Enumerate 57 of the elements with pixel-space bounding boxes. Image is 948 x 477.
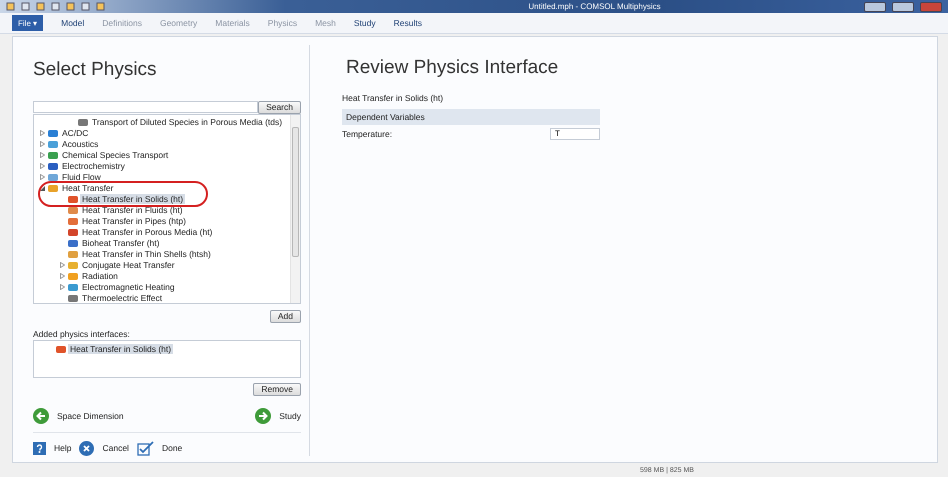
panel-title: Select Physics bbox=[33, 58, 158, 81]
search-button[interactable]: Search bbox=[258, 100, 301, 114]
tree-item[interactable]: Thermoelectric Effect bbox=[80, 293, 164, 304]
collapse-arrow-icon[interactable] bbox=[40, 185, 44, 192]
ribbon-tab[interactable]: Study bbox=[354, 18, 376, 28]
field-label: Temperature: bbox=[342, 128, 392, 139]
expand-arrow-icon[interactable] bbox=[40, 152, 44, 158]
ribbon-tab[interactable]: Model bbox=[61, 18, 84, 28]
tree-item[interactable]: Fluid Flow bbox=[60, 172, 103, 182]
help-icon bbox=[33, 442, 46, 455]
tree-item[interactable]: Acoustics bbox=[60, 139, 100, 150]
expand-arrow-icon[interactable] bbox=[60, 284, 64, 290]
tree-item[interactable]: Conjugate Heat Transfer bbox=[80, 260, 177, 270]
tree-item[interactable]: Heat Transfer in Solids (ht) bbox=[80, 194, 186, 204]
minimize-button[interactable] bbox=[864, 2, 886, 12]
physics-icon bbox=[56, 344, 66, 354]
cancel-icon bbox=[79, 440, 94, 456]
search-field[interactable] bbox=[33, 101, 258, 114]
tree-item[interactable]: Transport of Diluted Species in Porous Media (tds) bbox=[90, 117, 284, 128]
remove-button[interactable]: Remove bbox=[253, 382, 301, 396]
footer-button[interactable]: Help bbox=[33, 440, 72, 456]
maximize-button[interactable] bbox=[892, 2, 914, 12]
tree-item[interactable]: Heat Transfer in Porous Media (ht) bbox=[80, 227, 214, 238]
interface-name: Heat Transfer in Solids (ht) bbox=[342, 92, 444, 103]
file-menu-button[interactable]: File ▾ bbox=[12, 15, 44, 31]
section-header[interactable]: Dependent Variables bbox=[342, 108, 600, 125]
expand-arrow-icon[interactable] bbox=[40, 130, 44, 136]
next-button[interactable]: Study bbox=[255, 408, 301, 424]
ribbon-tab[interactable]: Results bbox=[394, 18, 422, 28]
expand-arrow-icon[interactable] bbox=[60, 273, 64, 280]
footer-button[interactable]: Done bbox=[136, 440, 182, 456]
tree-item[interactable]: Electromagnetic Heating bbox=[80, 282, 177, 292]
tree-item[interactable]: Heat Transfer bbox=[60, 183, 116, 194]
close-button[interactable] bbox=[920, 2, 942, 12]
tree-item[interactable]: Heat Transfer in Pipes (htp) bbox=[80, 216, 188, 226]
window-title: Untitled.mph - COMSOL Multiphysics bbox=[528, 2, 661, 12]
tree-item[interactable]: Radiation bbox=[80, 271, 120, 282]
tree-item[interactable]: Electrochemistry bbox=[60, 161, 127, 172]
tree-item[interactable]: AC/DC bbox=[60, 128, 90, 138]
expand-arrow-icon[interactable] bbox=[40, 174, 44, 180]
scrollbar[interactable] bbox=[290, 114, 300, 303]
input-field[interactable]: T bbox=[550, 128, 600, 140]
tree-item[interactable]: Heat Transfer in Fluids (ht) bbox=[80, 205, 185, 216]
section-label: Added physics interfaces: bbox=[33, 328, 131, 339]
list-item[interactable]: Heat Transfer in Solids (ht) bbox=[68, 344, 174, 354]
back-button[interactable]: Space Dimension bbox=[33, 408, 124, 424]
add-button[interactable]: Add bbox=[270, 310, 301, 323]
tree-item[interactable]: Bioheat Transfer (ht) bbox=[80, 238, 162, 248]
checkbox-icon bbox=[136, 440, 154, 456]
footer-button[interactable]: Cancel bbox=[79, 440, 129, 456]
expand-arrow-icon[interactable] bbox=[40, 163, 44, 170]
tree-item[interactable]: Chemical Species Transport bbox=[60, 150, 170, 160]
expand-arrow-icon[interactable] bbox=[40, 141, 44, 148]
physics-icon bbox=[78, 118, 88, 127]
expand-arrow-icon[interactable] bbox=[60, 262, 64, 268]
panel-title: Review Physics Interface bbox=[346, 56, 560, 79]
tree-item[interactable]: Heat Transfer in Thin Shells (htsh) bbox=[80, 249, 213, 260]
